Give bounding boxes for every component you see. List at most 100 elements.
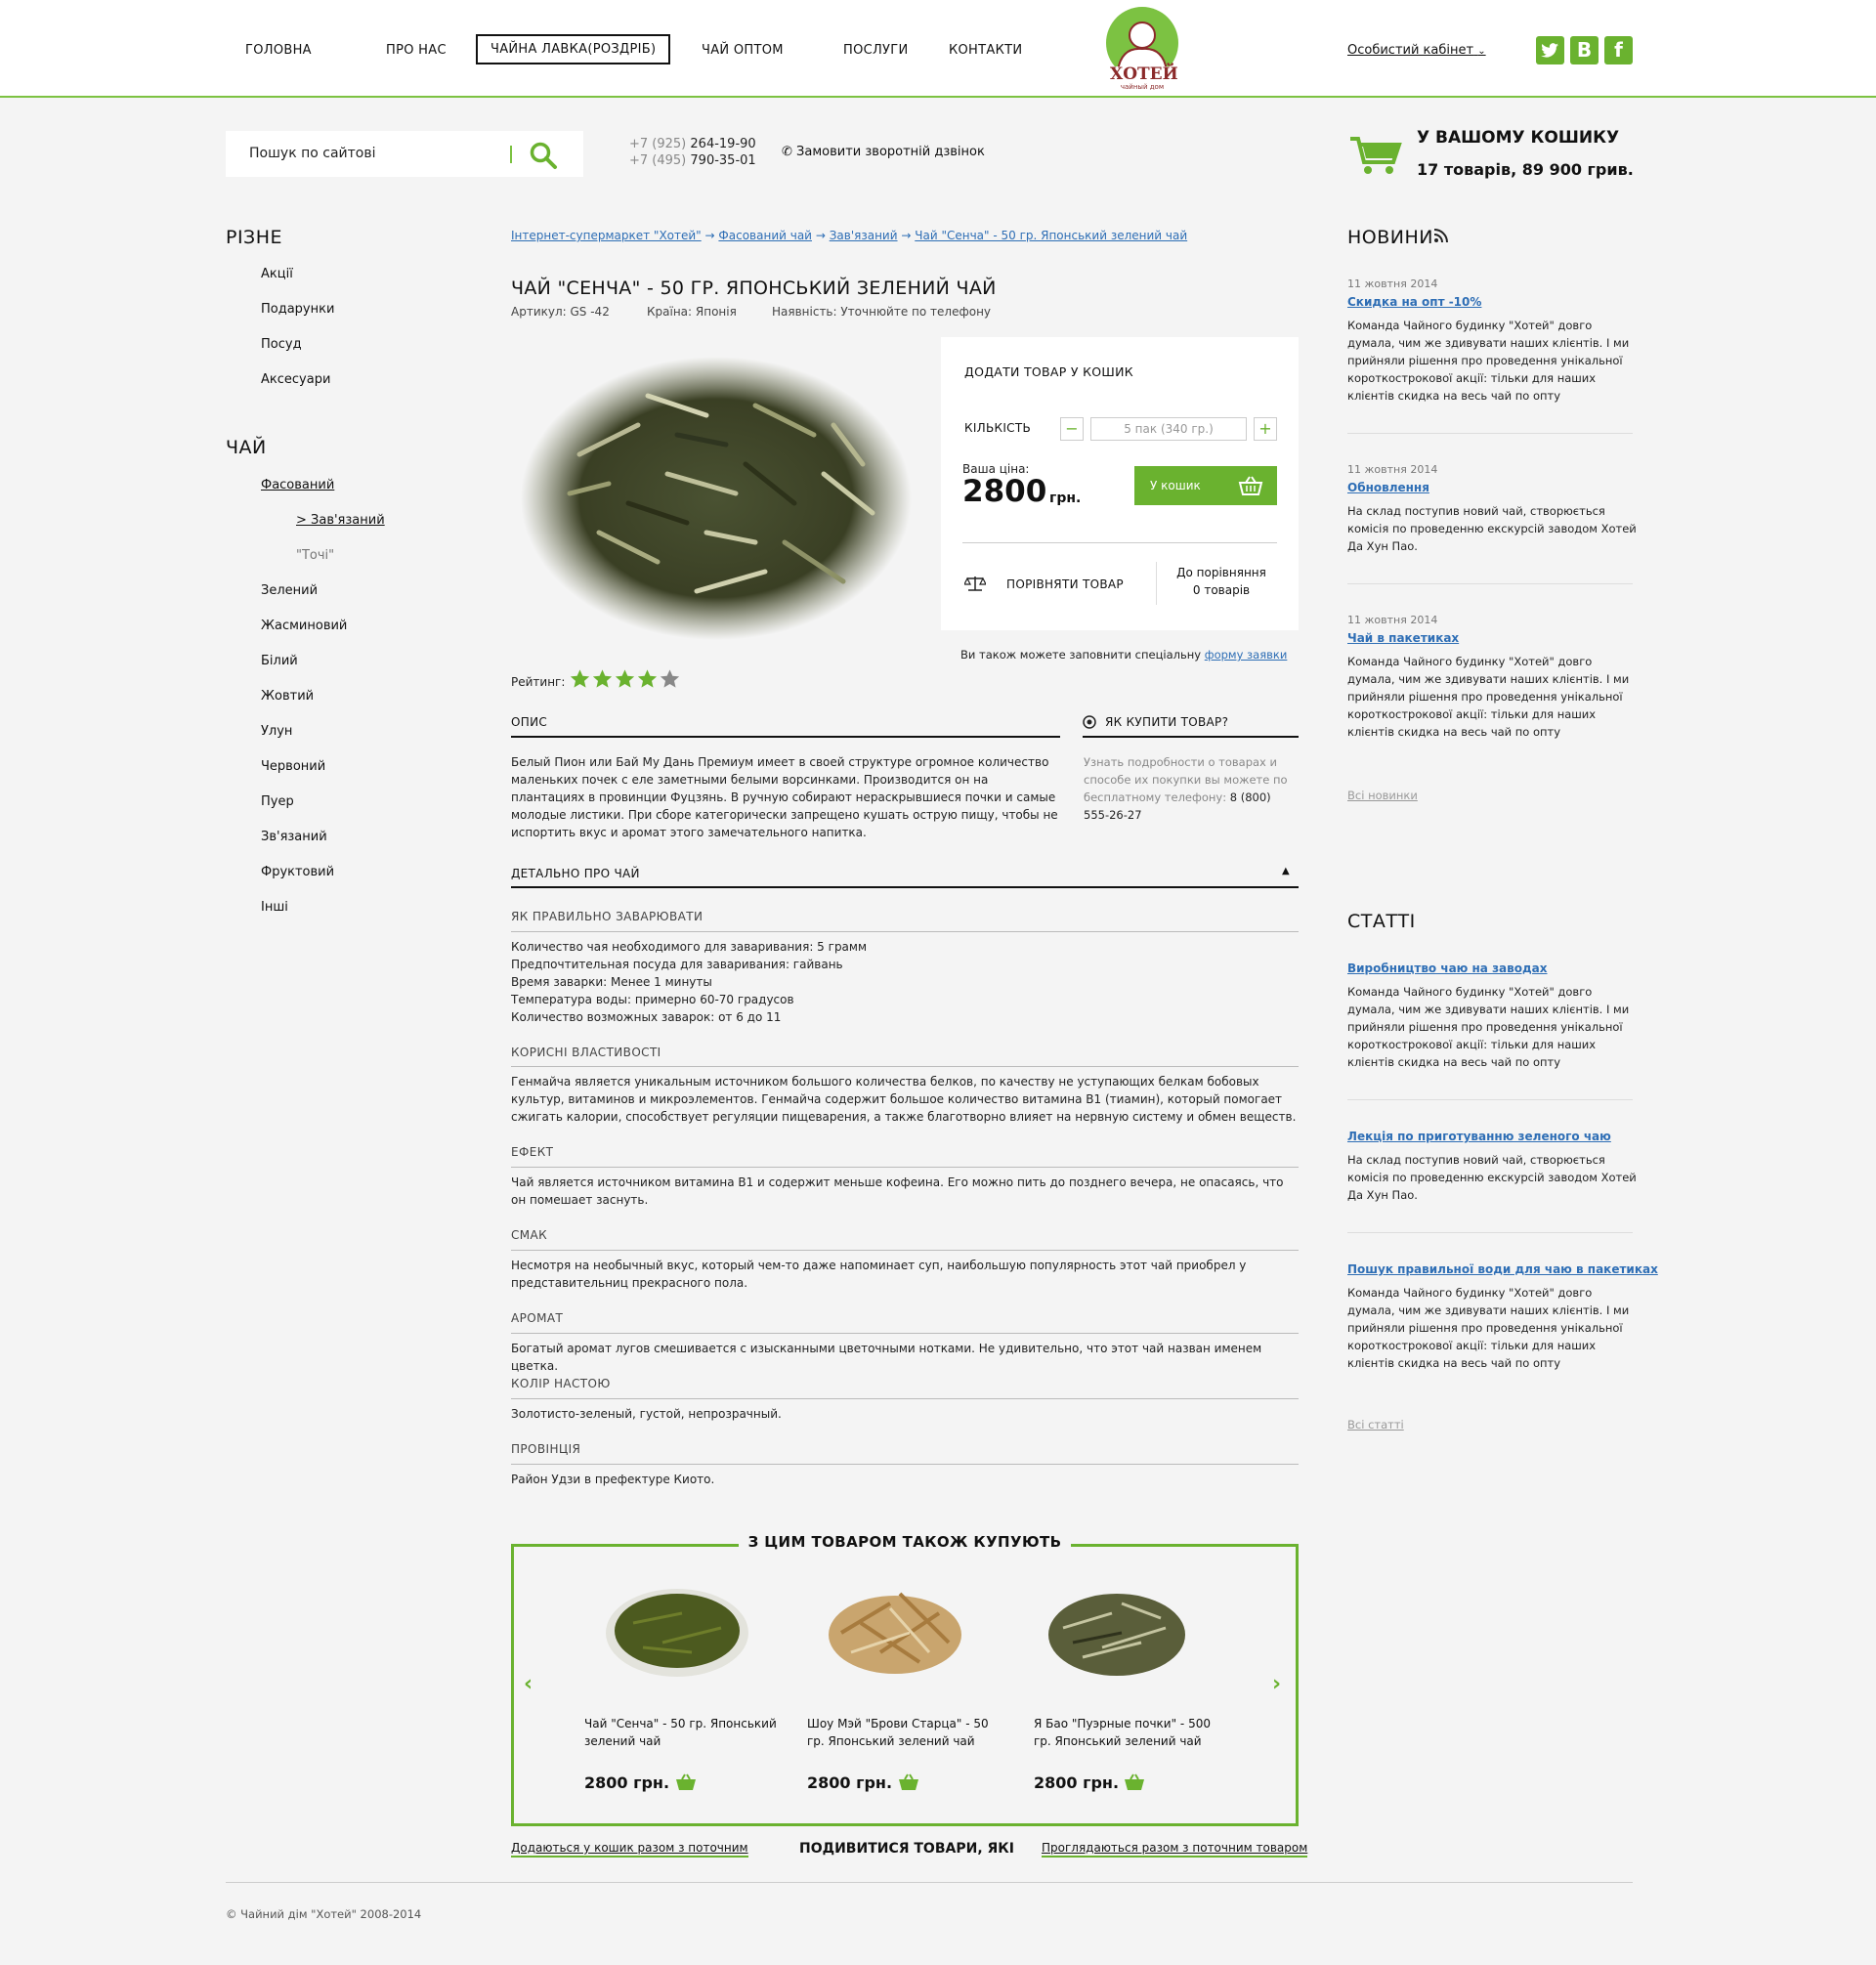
sidebar-item-gifts[interactable]: Подарунки — [261, 302, 334, 317]
rss-icon[interactable] — [1433, 228, 1449, 247]
quantity-plus-button[interactable]: + — [1254, 417, 1277, 441]
sidebar-item-yellow[interactable]: Жовтий — [261, 689, 314, 704]
compare-button[interactable]: ПОРІВНЯТИ ТОВАР — [1006, 577, 1124, 591]
twitter-icon[interactable] — [1536, 36, 1564, 64]
search-input[interactable]: Пошук по сайтові — [249, 146, 376, 161]
sidebar-item-accessories[interactable]: Аксесуари — [261, 372, 330, 387]
sidebar-item-tied[interactable]: > Зав'язаний — [296, 513, 385, 528]
article-link[interactable]: Виробництво чаю на заводах — [1347, 961, 1548, 975]
nav-wholesale[interactable]: ЧАЙ ОПТОМ — [702, 43, 784, 58]
vk-icon[interactable]: В — [1570, 36, 1599, 64]
effect-title: ЕФЕКТ — [511, 1145, 554, 1159]
sidebar-item-green[interactable]: Зелений — [261, 583, 318, 598]
quantity-label: КІЛЬКІСТЬ — [964, 421, 1032, 435]
sidebar-item-promos[interactable]: Акції — [261, 267, 293, 281]
related-image[interactable] — [1044, 1574, 1190, 1684]
tab-added-together[interactable]: Додаються у кошик разом з поточним — [511, 1841, 748, 1858]
sidebar-item-tochi[interactable]: "Точі" — [296, 548, 334, 563]
sidebar-item-fruit[interactable]: Фруктовий — [261, 865, 334, 879]
related-price: 2800 грн. — [584, 1773, 670, 1792]
carousel-prev-icon[interactable]: ‹ — [524, 1672, 533, 1696]
rating-stars[interactable] — [569, 668, 681, 690]
logo-text: ХОТЕЙ — [1110, 64, 1178, 84]
callback-link[interactable]: ✆ Замовити зворотній дзвінок — [782, 145, 985, 159]
sidebar-item-jasmine[interactable]: Жасминовий — [261, 619, 347, 633]
sidebar-item-white[interactable]: Білий — [261, 654, 298, 668]
carousel-next-icon[interactable]: › — [1272, 1672, 1281, 1696]
article-link[interactable]: Пошук правильної води для чаю в пакетика… — [1347, 1262, 1658, 1276]
star-filled-icon[interactable] — [614, 668, 636, 690]
color-title: КОЛІР НАСТОЮ — [511, 1377, 611, 1390]
sidebar-item-packaged[interactable]: Фасований — [261, 478, 334, 492]
related-name[interactable]: Шоу Мэй "Брови Старца" - 50 гр. Японськи… — [807, 1715, 1002, 1750]
all-articles-link[interactable]: Всі статті — [1347, 1418, 1404, 1431]
site-logo[interactable]: ХОТЕЙ чайный дом — [1104, 6, 1180, 92]
related-name[interactable]: Чай "Сенча" - 50 гр. Японський зелений ч… — [584, 1715, 780, 1750]
related-name[interactable]: Я Бао "Пуэрные почки" - 500 гр. Японськи… — [1034, 1715, 1229, 1750]
sidebar-item-other[interactable]: Інші — [261, 900, 288, 915]
nav-about[interactable]: ПРО НАС — [386, 43, 447, 58]
province-title: ПРОВІНЦІЯ — [511, 1442, 581, 1456]
star-filled-icon[interactable] — [636, 668, 659, 690]
breadcrumb-home[interactable]: Інтернет-супермаркет "Хотей" — [511, 229, 702, 242]
article-link[interactable]: Лекція по приготуванню зеленого чаю — [1347, 1130, 1611, 1143]
news-link[interactable]: Чай в пакетиках — [1347, 631, 1459, 645]
cart-summary[interactable]: 17 товарів, 89 900 грив. — [1417, 160, 1634, 179]
divider — [1156, 562, 1157, 605]
sidebar-item-red[interactable]: Червоний — [261, 759, 325, 774]
news-link[interactable]: Обновлення — [1347, 481, 1429, 494]
breadcrumb-current[interactable]: Чай "Сенча" - 50 гр. Японський зелений ч… — [915, 229, 1187, 242]
price-value: 2800 — [962, 474, 1047, 509]
info-icon — [1083, 714, 1096, 733]
breadcrumb-packaged[interactable]: Фасований чай — [718, 229, 812, 242]
divider — [511, 1464, 1299, 1465]
description-underline — [511, 736, 1060, 738]
taste-text: Несмотря на необычный вкус, который чем-… — [511, 1259, 1247, 1290]
related-price: 2800 грн. — [1034, 1773, 1120, 1792]
news-date: 11 жовтня 2014 — [1347, 278, 1438, 290]
details-title[interactable]: ДЕТАЛЬНО ПРО ЧАЙ — [511, 867, 640, 880]
cart-icon[interactable] — [1348, 133, 1403, 180]
aroma-title: АРОМАТ — [511, 1311, 564, 1325]
how-to-buy-title[interactable]: ЯК КУПИТИ ТОВАР? — [1105, 715, 1228, 729]
add-to-cart-button[interactable]: У кошик — [1134, 466, 1277, 505]
news-text: На склад поступив новий чай, створюється… — [1347, 504, 1637, 553]
sidebar-item-oolong[interactable]: Улун — [261, 724, 292, 739]
description-title[interactable]: ОПИС — [511, 715, 547, 729]
star-filled-icon[interactable] — [591, 668, 614, 690]
all-news-link[interactable]: Всі новинки — [1347, 789, 1418, 802]
search-icon[interactable] — [529, 141, 558, 174]
sidebar-item-dishes[interactable]: Посуд — [261, 337, 302, 352]
site-header: ГОЛОВНА ПРО НАС ЧАЙНА ЛАВКА(РОЗДРІБ) ЧАЙ… — [0, 0, 1876, 98]
divider — [511, 931, 1299, 932]
basket-icon[interactable] — [1124, 1773, 1145, 1795]
nav-retail-shop[interactable]: ЧАЙНА ЛАВКА(РОЗДРІБ) — [476, 34, 671, 64]
sidebar-item-puer[interactable]: Пуер — [261, 794, 294, 809]
star-filled-icon[interactable] — [569, 668, 591, 690]
collapse-icon[interactable]: ▲ — [1282, 866, 1290, 876]
search-box[interactable]: Пошук по сайтові — [226, 131, 583, 177]
account-link[interactable]: Особистий кабінет ⌄ — [1347, 43, 1486, 58]
article-text: Команда Чайного будинку "Хотей" довго ду… — [1347, 1286, 1630, 1370]
tab-viewed-together[interactable]: Проглядаються разом з поточним товаром — [1042, 1841, 1308, 1858]
related-image[interactable] — [822, 1574, 968, 1684]
breadcrumb-tied[interactable]: Зав'язаний — [830, 229, 898, 242]
related-image[interactable] — [604, 1574, 750, 1684]
nav-home[interactable]: ГОЛОВНА — [245, 43, 312, 58]
basket-icon[interactable] — [675, 1773, 697, 1795]
quantity-input[interactable]: 5 пак (340 гр.) — [1090, 417, 1247, 441]
nav-contacts[interactable]: КОНТАКТИ — [949, 43, 1022, 58]
details-underline — [511, 886, 1299, 888]
facebook-icon[interactable]: f — [1604, 36, 1633, 64]
basket-icon[interactable] — [898, 1773, 919, 1795]
news-link[interactable]: Скидка на опт -10% — [1347, 295, 1481, 309]
sidebar-item-bound[interactable]: Зв'язаний — [261, 830, 327, 844]
quantity-minus-button[interactable]: − — [1060, 417, 1084, 441]
nav-services[interactable]: ПОСЛУГИ — [843, 43, 909, 58]
compare-count-value[interactable]: 0 товарів — [1166, 583, 1277, 597]
product-image[interactable] — [501, 337, 931, 660]
phone-number: 264-19-90 — [690, 137, 756, 151]
star-empty-icon[interactable] — [659, 668, 681, 690]
request-form-link[interactable]: форму заявки — [1205, 648, 1288, 662]
divider — [962, 542, 1277, 543]
